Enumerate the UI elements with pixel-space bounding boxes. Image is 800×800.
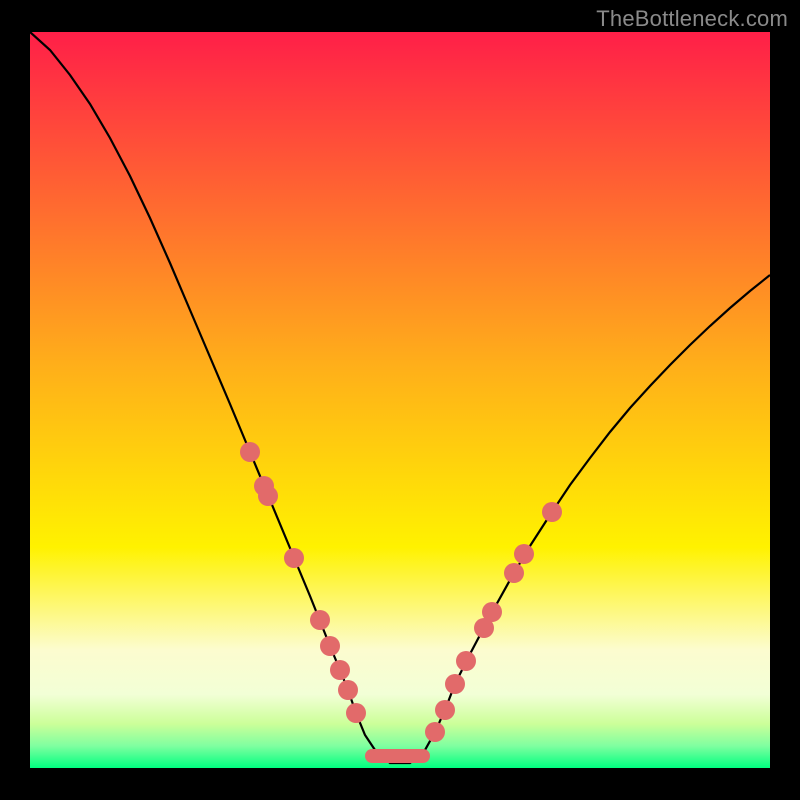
- curve-marker: [445, 674, 465, 694]
- curve-bottom-bar: [365, 749, 430, 763]
- curve-marker: [504, 563, 524, 583]
- curve-marker: [482, 602, 502, 622]
- plot-area: [30, 32, 770, 768]
- curve-marker: [310, 610, 330, 630]
- chart-frame: TheBottleneck.com: [0, 0, 800, 800]
- gradient-background: [30, 32, 770, 768]
- curve-marker: [338, 680, 358, 700]
- watermark-link[interactable]: TheBottleneck.com: [596, 6, 788, 32]
- curve-marker: [435, 700, 455, 720]
- curve-marker: [320, 636, 340, 656]
- chart-svg: [30, 32, 770, 768]
- curve-marker: [240, 442, 260, 462]
- curve-marker: [425, 722, 445, 742]
- curve-marker: [542, 502, 562, 522]
- curve-marker: [514, 544, 534, 564]
- curve-marker: [258, 486, 278, 506]
- curve-marker: [456, 651, 476, 671]
- curve-marker: [330, 660, 350, 680]
- curve-marker: [284, 548, 304, 568]
- curve-marker: [346, 703, 366, 723]
